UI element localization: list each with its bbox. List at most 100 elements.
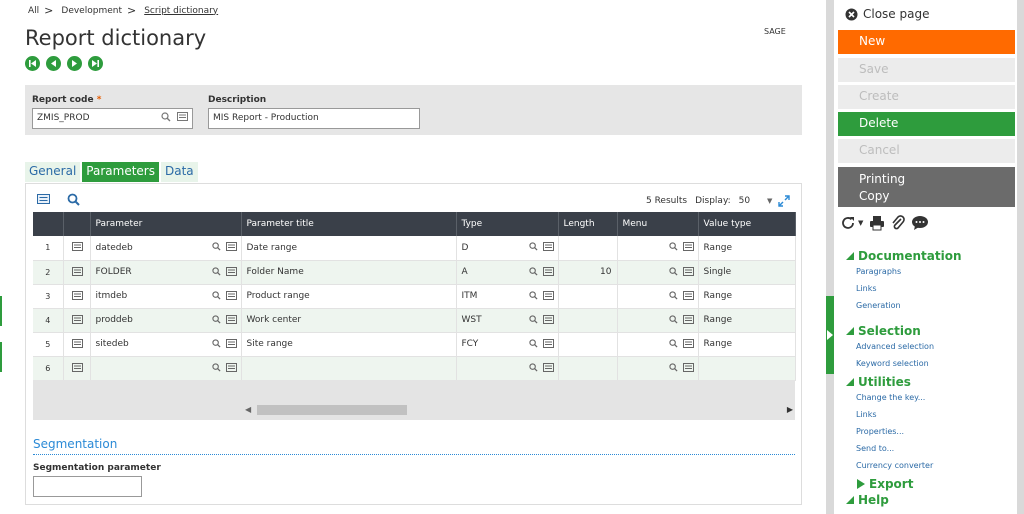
search-icon[interactable] bbox=[668, 338, 678, 348]
search-icon[interactable] bbox=[211, 266, 221, 276]
row-detail-cell[interactable] bbox=[63, 284, 91, 309]
table-row[interactable]: 1 datedeb Date range D Range bbox=[33, 236, 796, 261]
attachment-icon[interactable] bbox=[891, 215, 906, 231]
link-keyword-selection[interactable]: Keyword selection bbox=[856, 359, 929, 368]
column-header[interactable]: Parameter title bbox=[241, 212, 457, 236]
detail-card-icon[interactable] bbox=[225, 290, 237, 300]
length-cell[interactable] bbox=[558, 236, 618, 261]
grid-detail-icon[interactable] bbox=[37, 194, 50, 207]
row-detail-cell[interactable] bbox=[63, 308, 91, 333]
table-row[interactable]: 4 proddeb Work center WST Range bbox=[33, 308, 796, 333]
detail-card-icon[interactable] bbox=[225, 242, 237, 251]
row-detail-icon[interactable] bbox=[71, 242, 83, 254]
section-selection[interactable]: Selection bbox=[846, 324, 921, 338]
value-type-cell[interactable] bbox=[698, 356, 796, 381]
row-detail-cell[interactable] bbox=[63, 260, 91, 285]
detail-card-icon[interactable] bbox=[225, 314, 237, 324]
detail-card-icon[interactable] bbox=[225, 338, 237, 348]
link-properties[interactable]: Properties... bbox=[856, 427, 904, 436]
next-record-icon[interactable] bbox=[67, 56, 82, 71]
panel-toggle[interactable] bbox=[826, 296, 834, 374]
column-header[interactable]: Parameter bbox=[90, 212, 242, 236]
link-currency-converter[interactable]: Currency converter bbox=[856, 461, 933, 470]
detail-card-icon[interactable] bbox=[682, 242, 694, 251]
detail-card-icon[interactable] bbox=[542, 290, 554, 300]
cancel-button[interactable]: Cancel bbox=[838, 139, 1015, 163]
search-icon[interactable] bbox=[528, 362, 538, 372]
link-links[interactable]: Links bbox=[856, 284, 877, 293]
tab-parameters[interactable]: Parameters bbox=[82, 162, 159, 182]
search-icon[interactable] bbox=[668, 362, 678, 372]
breadcrumb-current[interactable]: Script dictionary bbox=[144, 6, 218, 16]
search-icon[interactable] bbox=[211, 242, 221, 251]
parameter-cell[interactable]: proddeb bbox=[90, 308, 242, 333]
description-field[interactable]: MIS Report - Production bbox=[208, 108, 420, 129]
type-cell[interactable]: D bbox=[456, 236, 559, 261]
save-button[interactable]: Save bbox=[838, 58, 1015, 82]
search-icon[interactable] bbox=[528, 290, 538, 300]
row-card-icon[interactable] bbox=[71, 362, 83, 372]
row-detail-icon[interactable] bbox=[71, 266, 83, 279]
tab-general[interactable]: General bbox=[25, 162, 81, 182]
detail-card-icon[interactable] bbox=[542, 362, 554, 372]
type-cell[interactable] bbox=[456, 356, 559, 381]
search-icon[interactable] bbox=[211, 362, 221, 372]
type-cell[interactable]: WST bbox=[456, 308, 559, 333]
row-card-icon[interactable] bbox=[71, 242, 83, 251]
table-row[interactable]: 2 FOLDER Folder Name A 10 Single bbox=[33, 260, 796, 285]
value-type-cell[interactable]: Range bbox=[698, 308, 796, 333]
grid-search-icon[interactable] bbox=[67, 193, 80, 209]
detail-card-icon[interactable] bbox=[682, 290, 694, 300]
scroll-left-icon[interactable]: ◀ bbox=[245, 405, 251, 414]
previous-record-icon[interactable] bbox=[46, 56, 61, 71]
parameter-title-cell[interactable] bbox=[241, 356, 457, 381]
length-cell[interactable]: 10 bbox=[558, 260, 618, 285]
search-icon[interactable] bbox=[668, 290, 678, 300]
search-icon[interactable] bbox=[668, 266, 678, 276]
detail-card-icon[interactable] bbox=[177, 112, 188, 121]
row-card-icon[interactable] bbox=[71, 290, 83, 300]
row-card-icon[interactable] bbox=[71, 266, 83, 276]
display-select[interactable]: 50 ▼ bbox=[739, 196, 773, 206]
column-header[interactable]: Menu bbox=[617, 212, 699, 236]
parameter-cell[interactable] bbox=[90, 356, 242, 381]
type-cell[interactable]: A bbox=[456, 260, 559, 285]
create-button[interactable]: Create bbox=[838, 85, 1015, 109]
search-icon[interactable] bbox=[528, 266, 538, 276]
link-paragraphs[interactable]: Paragraphs bbox=[856, 267, 901, 276]
section-documentation[interactable]: Documentation bbox=[846, 249, 962, 263]
value-type-cell[interactable]: Range bbox=[698, 332, 796, 357]
print-icon[interactable] bbox=[869, 215, 885, 231]
column-header[interactable]: Value type bbox=[698, 212, 796, 236]
close-page-button[interactable]: Close page bbox=[845, 7, 929, 21]
search-icon[interactable] bbox=[211, 314, 221, 324]
search-icon[interactable] bbox=[161, 112, 171, 122]
row-detail-cell[interactable] bbox=[63, 236, 91, 261]
length-cell[interactable] bbox=[558, 308, 618, 333]
parameter-cell[interactable]: sitedeb bbox=[90, 332, 242, 357]
link-utilities-links[interactable]: Links bbox=[856, 410, 877, 419]
detail-card-icon[interactable] bbox=[542, 242, 554, 251]
panel-divider[interactable] bbox=[826, 0, 834, 514]
detail-card-icon[interactable] bbox=[682, 266, 694, 276]
section-utilities[interactable]: Utilities bbox=[846, 375, 911, 389]
menu-cell[interactable] bbox=[617, 236, 699, 261]
detail-card-icon[interactable] bbox=[682, 314, 694, 324]
row-card-icon[interactable] bbox=[71, 314, 83, 324]
link-send-to[interactable]: Send to... bbox=[856, 444, 894, 453]
caret-down-icon[interactable]: ▼ bbox=[858, 219, 863, 227]
menu-cell[interactable] bbox=[617, 356, 699, 381]
row-detail-icon[interactable] bbox=[71, 362, 83, 375]
search-icon[interactable] bbox=[668, 314, 678, 324]
detail-card-icon[interactable] bbox=[542, 338, 554, 348]
type-cell[interactable]: FCY bbox=[456, 332, 559, 357]
refresh-icon[interactable] bbox=[840, 215, 856, 231]
parameter-title-cell[interactable]: Folder Name bbox=[241, 260, 457, 285]
row-detail-icon[interactable] bbox=[71, 314, 83, 327]
table-row[interactable]: 3 itmdeb Product range ITM Range bbox=[33, 284, 796, 309]
value-type-cell[interactable]: Range bbox=[698, 236, 796, 261]
value-type-cell[interactable]: Range bbox=[698, 284, 796, 309]
search-icon[interactable] bbox=[528, 338, 538, 348]
row-detail-cell[interactable] bbox=[63, 356, 91, 381]
horizontal-scrollbar[interactable]: ◀ ▶ bbox=[243, 404, 795, 416]
